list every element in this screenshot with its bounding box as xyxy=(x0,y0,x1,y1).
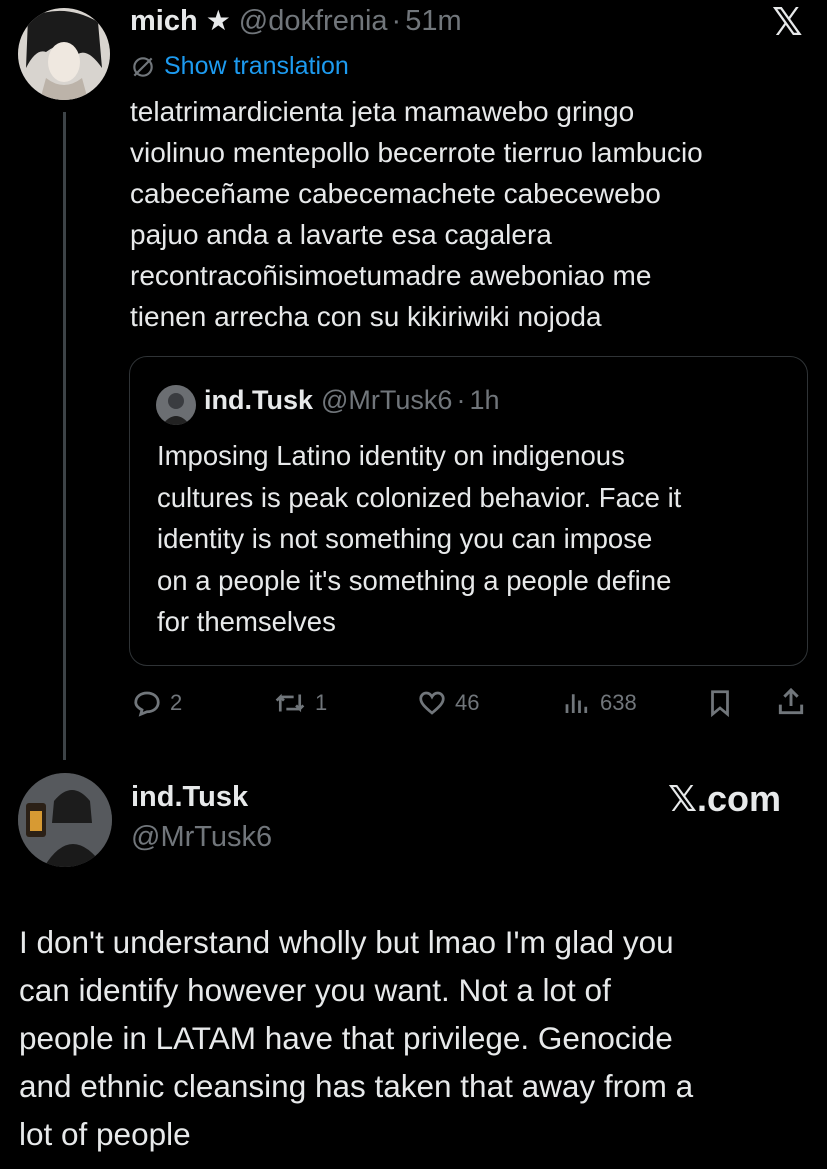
star-badge-icon: ★ xyxy=(205,5,231,36)
avatar-mich[interactable] xyxy=(18,8,110,100)
reply-author-name[interactable]: ind.Tusk xyxy=(131,781,248,814)
like-count: 46 xyxy=(455,690,480,715)
avatar-image xyxy=(18,8,110,100)
quote-text: Imposing Latino identity on indigenous c… xyxy=(157,440,682,637)
quoted-tweet[interactable]: ind.Tusk @MrTusk6 · 1h Imposing Latino i… xyxy=(129,356,808,666)
tweet-text: telatrimardicienta jeta mamawebo gringo … xyxy=(130,96,703,332)
reply-count: 2 xyxy=(170,690,183,715)
quote-header: ind.Tusk @MrTusk6 · 1h xyxy=(204,385,499,416)
reply-author-handle[interactable]: @MrTusk6 xyxy=(131,821,272,854)
quote-author-handle[interactable]: @MrTusk6 xyxy=(321,385,452,416)
share-button[interactable] xyxy=(775,686,807,718)
show-translation-link[interactable]: Show translation xyxy=(130,52,349,81)
thread-line xyxy=(63,112,66,760)
reply-action-button[interactable]: 2 xyxy=(132,688,182,718)
author-name[interactable]: mich xyxy=(130,5,198,38)
bookmark-button[interactable] xyxy=(705,688,735,718)
quote-avatar-image xyxy=(156,385,196,425)
author-handle[interactable]: @dokfrenia xyxy=(239,5,388,38)
reply-text: I don't understand wholly but lmao I'm g… xyxy=(19,924,694,1152)
x-com-logo: 𝕏.com xyxy=(668,778,782,819)
reply-icon xyxy=(134,691,160,717)
x-logo-icon[interactable]: 𝕏 xyxy=(772,0,803,45)
dot-separator: · xyxy=(391,5,402,37)
heart-icon xyxy=(419,691,445,715)
show-translation-label: Show translation xyxy=(164,52,349,80)
share-icon xyxy=(778,687,804,715)
repost-count: 1 xyxy=(315,690,328,715)
reply-avatar-image xyxy=(18,773,112,867)
globe-slash-icon xyxy=(133,56,153,77)
tweet-header: mich ★ @dokfrenia · 51m xyxy=(130,4,462,44)
views-action-button[interactable]: 638 xyxy=(562,688,637,718)
quote-author-name[interactable]: ind.Tusk xyxy=(204,385,313,416)
analytics-bars-icon xyxy=(565,694,588,713)
quote-dot-separator: · xyxy=(456,385,466,415)
tweet-time[interactable]: 51m xyxy=(405,5,461,38)
avatar-ind-tusk[interactable] xyxy=(18,773,112,867)
repost-icon xyxy=(275,693,305,713)
quote-avatar[interactable] xyxy=(156,385,196,425)
views-count: 638 xyxy=(600,690,637,715)
like-action-button[interactable]: 46 xyxy=(417,688,479,718)
quote-time[interactable]: 1h xyxy=(469,385,499,416)
repost-action-button[interactable]: 1 xyxy=(273,688,327,718)
bookmark-icon xyxy=(711,690,729,718)
